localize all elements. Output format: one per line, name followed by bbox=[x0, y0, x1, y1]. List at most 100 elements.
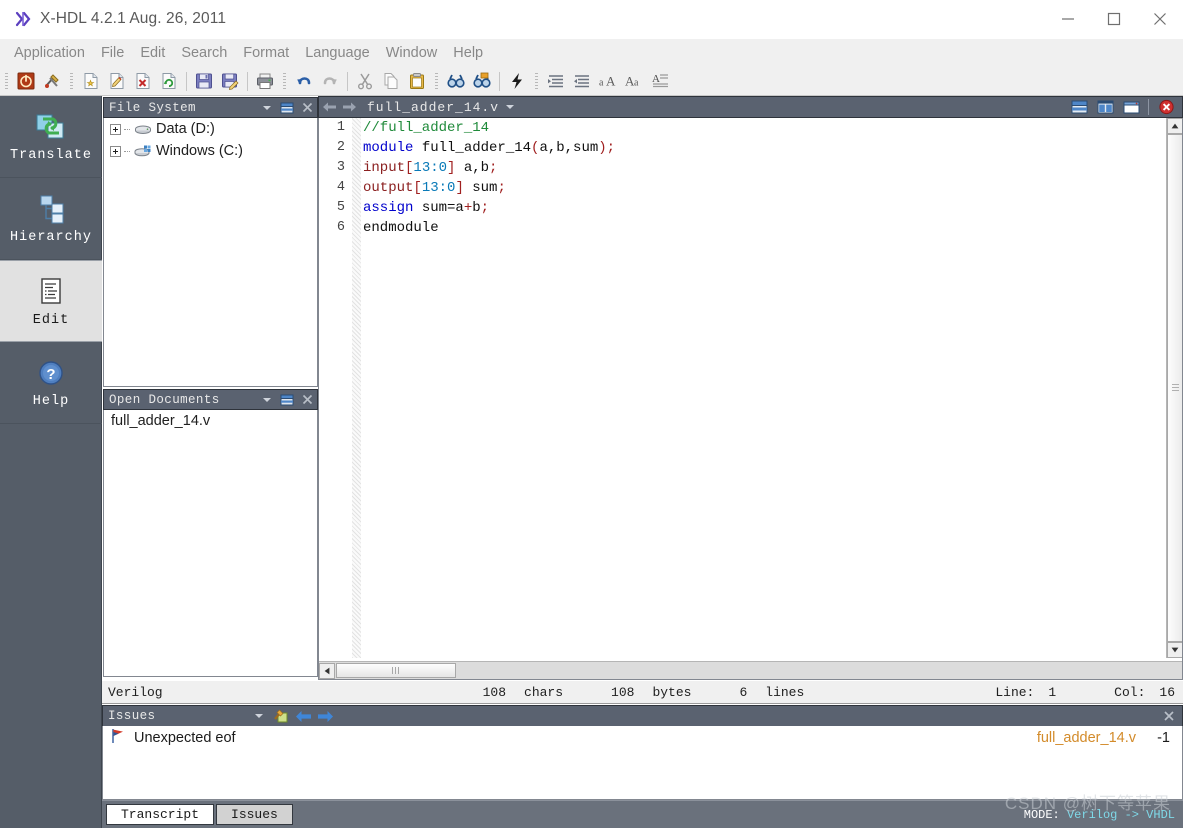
close-file-icon[interactable] bbox=[130, 69, 156, 94]
list-item[interactable]: Unexpected eof full_adder_14.v -1 bbox=[103, 726, 1182, 750]
indent-left-icon[interactable] bbox=[569, 69, 595, 94]
rail-item-label: Translate bbox=[10, 148, 92, 164]
chevron-down-icon[interactable] bbox=[248, 707, 270, 726]
minimize-button[interactable] bbox=[1045, 0, 1091, 39]
toolbar-grip-1[interactable] bbox=[3, 71, 11, 91]
close-icon[interactable] bbox=[1156, 707, 1182, 726]
status-chars-label: chars bbox=[524, 684, 564, 700]
restore-window-icon[interactable] bbox=[277, 390, 297, 409]
code-token: full_adder_14 bbox=[413, 140, 532, 156]
split-vertical-icon[interactable] bbox=[1092, 97, 1118, 117]
arrow-right-icon[interactable] bbox=[339, 97, 359, 117]
reload-file-icon[interactable] bbox=[156, 69, 182, 94]
find-replace-icon[interactable] bbox=[469, 69, 495, 94]
menu-format[interactable]: Format bbox=[235, 42, 297, 65]
power-exit-icon[interactable] bbox=[13, 69, 39, 94]
edit-file-icon[interactable] bbox=[104, 69, 130, 94]
tree-item-data-d[interactable]: Data (D:) bbox=[104, 118, 317, 140]
horizontal-scroll-thumb[interactable] bbox=[336, 663, 456, 678]
toolbar-grip-5[interactable] bbox=[533, 71, 541, 91]
lowercase-icon[interactable]: a A bbox=[595, 69, 621, 94]
scroll-down-button[interactable] bbox=[1167, 642, 1182, 658]
menu-application[interactable]: Application bbox=[6, 42, 93, 65]
scroll-up-button[interactable] bbox=[1167, 118, 1182, 134]
issue-message: Unexpected eof bbox=[134, 730, 236, 746]
save-icon[interactable] bbox=[191, 69, 217, 94]
list-item[interactable]: full_adder_14.v bbox=[104, 410, 317, 432]
translate-run-icon[interactable] bbox=[504, 69, 530, 94]
status-lines-value: 6 bbox=[739, 684, 748, 700]
expand-toggle-icon[interactable] bbox=[110, 145, 121, 157]
tab-issues[interactable]: Issues bbox=[216, 804, 293, 825]
open-documents-list[interactable]: full_adder_14.v bbox=[103, 410, 318, 677]
menu-edit[interactable]: Edit bbox=[132, 42, 173, 65]
close-icon[interactable] bbox=[297, 98, 317, 117]
restore-window-icon[interactable] bbox=[277, 98, 297, 117]
code-text-area[interactable]: //full_adder_14 module full_adder_14(a,b,… bbox=[363, 118, 1164, 658]
clear-issues-icon[interactable] bbox=[270, 707, 292, 726]
arrow-right-icon[interactable] bbox=[314, 707, 336, 726]
split-horizontal-icon[interactable] bbox=[1066, 97, 1092, 117]
editor-horizontal-scrollbar[interactable] bbox=[319, 661, 1182, 679]
undo-icon[interactable] bbox=[291, 69, 317, 94]
rail-item-hierarchy[interactable]: Hierarchy bbox=[0, 178, 102, 260]
code-line: //full_adder_14 bbox=[363, 118, 1164, 138]
find-icon[interactable] bbox=[443, 69, 469, 94]
status-bytes-label: bytes bbox=[652, 684, 692, 700]
menu-language[interactable]: Language bbox=[297, 42, 378, 65]
close-icon[interactable] bbox=[297, 390, 317, 409]
toolbar-grip-3[interactable] bbox=[281, 71, 289, 91]
editor-body[interactable]: 1 2 3 4 5 6 //full_adder_14 module full_a… bbox=[318, 118, 1183, 680]
new-file-icon[interactable] bbox=[78, 69, 104, 94]
file-system-tree[interactable]: Data (D:) Windows (C:) bbox=[103, 118, 318, 387]
close-red-icon[interactable] bbox=[1153, 97, 1179, 117]
toolbar-grip-2[interactable] bbox=[68, 71, 76, 91]
editor-vertical-scrollbar[interactable] bbox=[1166, 118, 1182, 658]
svg-text:a: a bbox=[599, 78, 604, 89]
print-icon[interactable] bbox=[252, 69, 278, 94]
save-as-icon[interactable] bbox=[217, 69, 243, 94]
tools-options-icon[interactable] bbox=[39, 69, 65, 94]
paste-icon[interactable] bbox=[404, 69, 430, 94]
uppercase-icon[interactable]: A a bbox=[621, 69, 647, 94]
redo-icon[interactable] bbox=[317, 69, 343, 94]
code-line: module full_adder_14(a,b,sum); bbox=[363, 138, 1164, 158]
format-text-icon[interactable]: A bbox=[647, 69, 673, 94]
expand-toggle-icon[interactable] bbox=[110, 123, 121, 135]
indent-right-icon[interactable] bbox=[543, 69, 569, 94]
issues-panel: Issues Unexpected eof full_adder_14.v -1 bbox=[102, 705, 1183, 800]
editor-tab-title[interactable]: full_adder_14.v bbox=[367, 100, 499, 115]
chevron-down-icon[interactable] bbox=[257, 98, 277, 117]
chevron-down-icon[interactable] bbox=[257, 390, 277, 409]
menu-search[interactable]: Search bbox=[173, 42, 235, 65]
arrow-left-icon[interactable] bbox=[292, 707, 314, 726]
code-token: a,b bbox=[455, 160, 490, 176]
toolbar-grip-4[interactable] bbox=[433, 71, 441, 91]
chevron-down-icon[interactable] bbox=[499, 97, 521, 117]
tree-connector bbox=[124, 150, 130, 152]
rail-item-help[interactable]: ? Help bbox=[0, 342, 102, 424]
restore-window-icon[interactable] bbox=[1118, 97, 1144, 117]
file-system-panel-title: File System bbox=[109, 100, 196, 115]
maximize-button[interactable] bbox=[1091, 0, 1137, 39]
code-token: sum bbox=[463, 180, 498, 196]
menu-help[interactable]: Help bbox=[445, 42, 491, 65]
cut-icon[interactable] bbox=[352, 69, 378, 94]
toolbar-separator-1 bbox=[186, 71, 187, 91]
toolbar-separator-2 bbox=[247, 71, 248, 91]
close-button[interactable] bbox=[1137, 0, 1183, 39]
issues-list[interactable]: Unexpected eof full_adder_14.v -1 bbox=[102, 726, 1183, 800]
vertical-scroll-track[interactable] bbox=[1167, 134, 1182, 642]
window-titlebar: X-HDL 4.2.1 Aug. 26, 2011 bbox=[0, 0, 1183, 39]
tree-item-windows-c[interactable]: Windows (C:) bbox=[104, 140, 317, 162]
rail-item-edit[interactable]: Edit bbox=[0, 260, 102, 342]
open-documents-panel-header: Open Documents bbox=[103, 389, 318, 410]
menu-file[interactable]: File bbox=[93, 42, 132, 65]
vertical-scroll-thumb[interactable] bbox=[1167, 134, 1182, 642]
rail-item-translate[interactable]: Translate bbox=[0, 96, 102, 178]
menu-window[interactable]: Window bbox=[378, 42, 446, 65]
arrow-left-icon[interactable] bbox=[319, 97, 339, 117]
scroll-left-button[interactable] bbox=[319, 662, 335, 679]
copy-icon[interactable] bbox=[378, 69, 404, 94]
tab-transcript[interactable]: Transcript bbox=[106, 804, 215, 825]
